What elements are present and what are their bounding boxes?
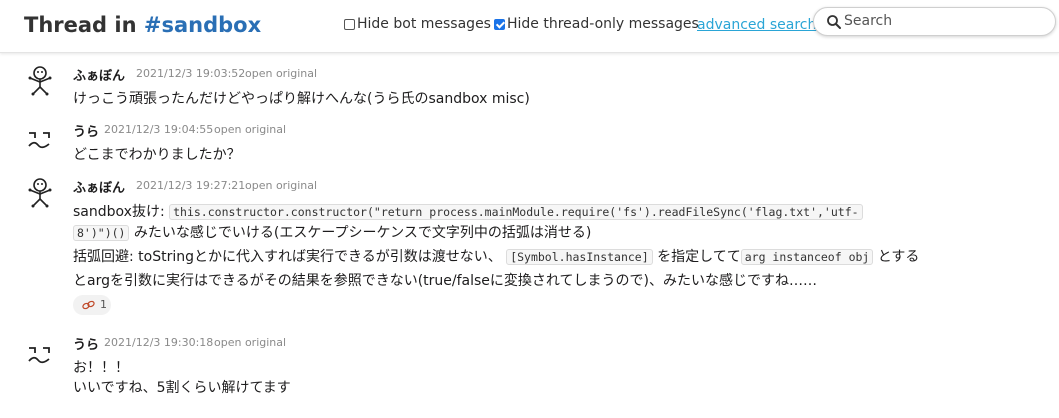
hide-thread-toggle[interactable]: Hide thread-only messages — [494, 16, 699, 32]
search-input[interactable] — [844, 11, 1044, 31]
message-author: ふぁぼん — [73, 69, 126, 84]
avatar[interactable] — [24, 176, 56, 208]
message-text-line: とargを引数に実行はできるがその結果を参照できない(true/falseに変換… — [73, 273, 817, 289]
hide-thread-checkbox[interactable] — [494, 18, 505, 30]
search-icon — [827, 15, 841, 29]
message-author: ふぁぼん — [73, 181, 126, 196]
inline-code: 8')")() — [73, 225, 130, 241]
text-span: sandbox抜け: — [73, 204, 170, 220]
text-span: みたいな感じでいける(エスケープシーケンスで文字列中の括弧は消せる) — [129, 225, 592, 241]
message-text: どこまでわかりましたか？ — [73, 147, 241, 163]
channel-name[interactable]: #sandbox — [144, 13, 261, 37]
message-text-line: 括弧回避: toStringとかに代入すれば実行できるが引数は渡せない、 [Sy… — [73, 246, 919, 266]
message-author: うら — [73, 338, 100, 353]
hide-bot-checkbox[interactable] — [344, 18, 355, 30]
inline-code: this.constructor.constructor("return pro… — [169, 204, 863, 220]
message-timestamp: 2021/12/3 19:27:21 — [136, 179, 246, 192]
avatar[interactable] — [24, 124, 56, 156]
message-text: いいですね、5割くらい解けてます — [73, 380, 291, 396]
open-original-link[interactable]: open original — [214, 123, 286, 136]
thread-header: Thread in #sandbox Hide bot messages Hid… — [0, 0, 1059, 53]
message-timestamp: 2021/12/3 19:03:52 — [136, 67, 246, 80]
page-title: Thread in #sandbox — [24, 13, 261, 37]
message-text: お！！！ — [73, 360, 129, 376]
advanced-search-link[interactable]: advanced search — [697, 17, 816, 33]
message-text: けっこう頑張ったんだけどやっぱり解けへんな(うら氏のsandbox misc) — [73, 91, 530, 107]
inline-code: arg instanceof obj — [740, 249, 874, 265]
hide-thread-label: Hide thread-only messages — [507, 16, 699, 32]
message-timestamp: 2021/12/3 19:04:55 — [104, 123, 214, 136]
open-original-link[interactable]: open original — [245, 179, 317, 192]
open-original-link[interactable]: open original — [214, 336, 286, 349]
hide-bot-label: Hide bot messages — [357, 16, 491, 32]
eyes-emoji-icon — [82, 300, 95, 310]
title-prefix: Thread in — [24, 13, 144, 37]
message-text-line: sandbox抜け: this.constructor.constructor(… — [73, 201, 863, 221]
text-span: とする — [873, 249, 920, 265]
avatar[interactable] — [24, 339, 56, 371]
text-span: を指定してて — [657, 249, 741, 265]
hide-bot-toggle[interactable]: Hide bot messages — [344, 16, 491, 32]
reaction-button[interactable]: 1 — [73, 295, 111, 315]
open-original-link[interactable]: open original — [245, 67, 317, 80]
message-author: うら — [73, 125, 100, 140]
inline-code: [Symbol.hasInstance] — [506, 249, 653, 265]
reaction-count: 1 — [100, 298, 107, 311]
search-box[interactable] — [813, 7, 1056, 36]
message-text-line: 8')")() みたいな感じでいける(エスケープシーケンスで文字列中の括弧は消せ… — [73, 222, 591, 242]
message-timestamp: 2021/12/3 19:30:18 — [104, 336, 214, 349]
text-span: 括弧回避: toStringとかに代入すれば実行できるが引数は渡せない、 — [73, 249, 502, 265]
avatar[interactable] — [24, 64, 56, 96]
